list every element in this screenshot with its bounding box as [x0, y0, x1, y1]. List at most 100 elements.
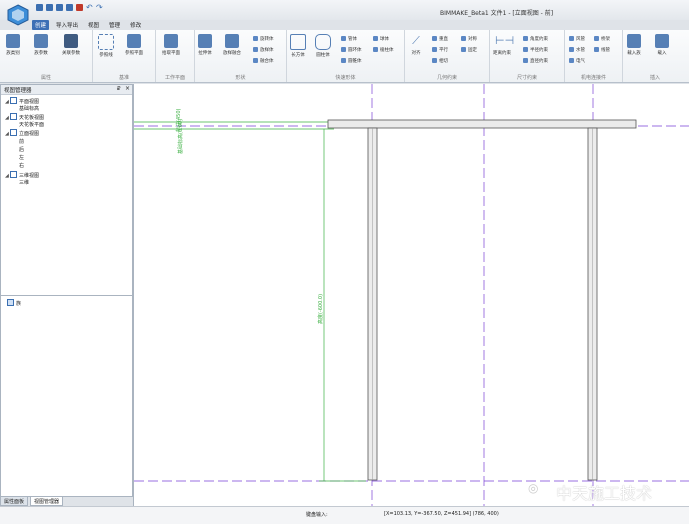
tree-item-elevation-views[interactable]: ◢ 立面视图 [5, 129, 39, 137]
group-label: 插入 [649, 75, 660, 81]
sweep-button[interactable]: 放样体 [253, 47, 274, 53]
group-label: 快速形体 [335, 75, 356, 81]
panel-title: 视图管理器 [4, 88, 32, 94]
group-label: 形状 [235, 75, 246, 81]
group-insert: 载入族 载入 插入 [623, 30, 687, 82]
electrical-button[interactable]: 电气 [569, 58, 585, 64]
diameter-constraint-button[interactable]: 直径约束 [523, 58, 548, 64]
tree-item-base-level[interactable]: 基础标高 [19, 105, 39, 112]
associate-parameters-icon [64, 34, 78, 48]
new-file-icon[interactable] [36, 4, 43, 11]
symmetric-button[interactable]: 对称 [461, 36, 477, 42]
tree-item-family[interactable]: 族 [7, 299, 21, 307]
status-bar: 键盘输入: [X=103.13, Y=-367.50, Z=451.94] (7… [0, 506, 689, 524]
export-icon[interactable] [76, 4, 83, 11]
cylinder-button[interactable]: 圆柱体 [315, 34, 331, 58]
tab-modify[interactable]: 修改 [127, 20, 144, 30]
prism-button[interactable]: 棱柱体 [373, 47, 394, 53]
angle-icon [523, 36, 528, 41]
reference-plane-icon [127, 34, 141, 48]
redo-icon[interactable]: ↷ [96, 4, 103, 12]
reference-line-button[interactable]: 参照线 [98, 34, 114, 58]
menu-bar: 创建 导入导出 视图 管理 修改 [32, 20, 144, 30]
family-parameters-button[interactable]: 族参数 [34, 34, 48, 56]
quick-access-toolbar: ↶ ↷ [36, 4, 103, 14]
revolve-button[interactable]: 旋转体 [253, 36, 274, 42]
pick-plane-button[interactable]: 拾取平面 [162, 34, 180, 56]
family-category-button[interactable]: 族类别 [6, 34, 20, 56]
ribbon: 族类别 族参数 关联参数 属性 参照线 参照平面 基准 拾取平面 工作平面 拉伸… [0, 30, 689, 83]
tree-item-back[interactable]: 后 [19, 146, 24, 153]
family-category-icon [6, 34, 20, 48]
extrusion-button[interactable]: 拉伸体 [198, 34, 212, 56]
tree-item-front[interactable]: 前 [19, 138, 24, 145]
tree-item-3d[interactable]: 三维 [19, 179, 29, 186]
tangent-icon [432, 58, 437, 63]
perpendicular-icon [432, 36, 437, 41]
box-button[interactable]: 长方体 [290, 34, 306, 58]
tab-properties-panel[interactable]: 属性面板 [0, 496, 29, 506]
duct-button[interactable]: 风管 [569, 36, 585, 42]
tab-import-export[interactable]: 导入导出 [53, 20, 81, 30]
group-label: 基准 [118, 75, 129, 81]
cone-button[interactable]: 圆锥体 [341, 58, 362, 64]
save-as-icon[interactable] [66, 4, 73, 11]
beam-shape[interactable] [327, 119, 637, 129]
cone-icon [341, 58, 346, 63]
tree-item-3d-views[interactable]: ◢ 三维视图 [5, 171, 39, 179]
pin-icon[interactable]: ₽ [117, 86, 121, 92]
load-button[interactable]: 载入 [655, 34, 669, 56]
torus-button[interactable]: 圆环体 [341, 47, 362, 53]
tangent-button[interactable]: 相切 [432, 58, 448, 64]
load-family-icon [627, 34, 641, 48]
app-logo-icon[interactable] [6, 4, 30, 26]
parallel-icon [432, 47, 437, 52]
folder-icon [10, 171, 17, 178]
extrusion-icon [198, 34, 212, 48]
group-label: 属性 [40, 75, 51, 81]
dim-label-height[interactable]: 高度(-600.0) [317, 294, 324, 324]
folder-icon [10, 129, 17, 136]
associate-parameters-button[interactable]: 关联参数 [62, 34, 80, 56]
tab-create[interactable]: 创建 [32, 20, 50, 30]
drawing-canvas[interactable]: 标注(450) 基础标高(0.00) 高度(-600.0) [133, 84, 689, 506]
family-browser-panel: 族 [0, 295, 133, 497]
open-file-icon[interactable] [46, 4, 53, 11]
wechat-icon: ◎ [528, 481, 539, 495]
tree-item-ceiling-views[interactable]: ◢ 天花板视图 [5, 113, 44, 121]
parallel-button[interactable]: 平行 [432, 47, 448, 53]
tab-manage[interactable]: 管理 [106, 20, 123, 30]
pipe-button[interactable]: 管体 [341, 36, 357, 42]
conduit-button[interactable]: 线管 [594, 47, 610, 53]
reference-plane-button[interactable]: 参照平面 [125, 34, 143, 56]
tree-item-right[interactable]: 右 [19, 162, 24, 169]
tab-view-manager[interactable]: 视图管理器 [30, 496, 64, 506]
duct-icon [569, 36, 574, 41]
distance-constraint-button[interactable]: ⊢⊣ 距离约束 [493, 34, 515, 56]
perpendicular-button[interactable]: 重直 [432, 36, 448, 42]
close-icon[interactable]: × [125, 85, 130, 92]
fixed-icon [461, 47, 466, 52]
level-label[interactable]: 基础标高(0.00) [177, 119, 184, 154]
save-icon[interactable] [56, 4, 63, 11]
fixed-button[interactable]: 固定 [461, 47, 477, 53]
tree-item-ceiling-plan[interactable]: 天花板平面 [19, 121, 44, 128]
load-family-button[interactable]: 载入族 [627, 34, 641, 56]
watermark-text: 中天施工技术 [556, 484, 653, 503]
tab-view[interactable]: 视图 [85, 20, 102, 30]
angle-constraint-button[interactable]: 角度约束 [523, 36, 548, 42]
sphere-button[interactable]: 球体 [373, 36, 389, 42]
swept-blend-button[interactable]: 放样融合 [223, 34, 241, 56]
distance-icon: ⊢⊣ [495, 34, 515, 47]
cursor-coordinates: [X=103.13, Y=-367.50, Z=451.94] (786, 40… [384, 511, 499, 517]
view-manager-panel: 视图管理器 ₽ × ◢ 平面视图 基础标高 ◢ 天花板视图 天花板平面 ◢ 立面视图 … [0, 84, 133, 296]
undo-icon[interactable]: ↶ [86, 4, 93, 12]
window-title: BIMMAKE_Beta1 文件1 - [立面视图 - 前] [440, 10, 554, 17]
tree-item-left[interactable]: 左 [19, 154, 24, 161]
blend-button[interactable]: 融合体 [253, 58, 274, 64]
tree-item-plan-views[interactable]: ◢ 平面视图 [5, 97, 39, 105]
pipe-connector-button[interactable]: 水管 [569, 47, 585, 53]
align-button[interactable]: ⟋ 对齐 [409, 34, 423, 56]
cable-tray-button[interactable]: 桥架 [594, 36, 610, 42]
radius-constraint-button[interactable]: 半径约束 [523, 47, 548, 53]
